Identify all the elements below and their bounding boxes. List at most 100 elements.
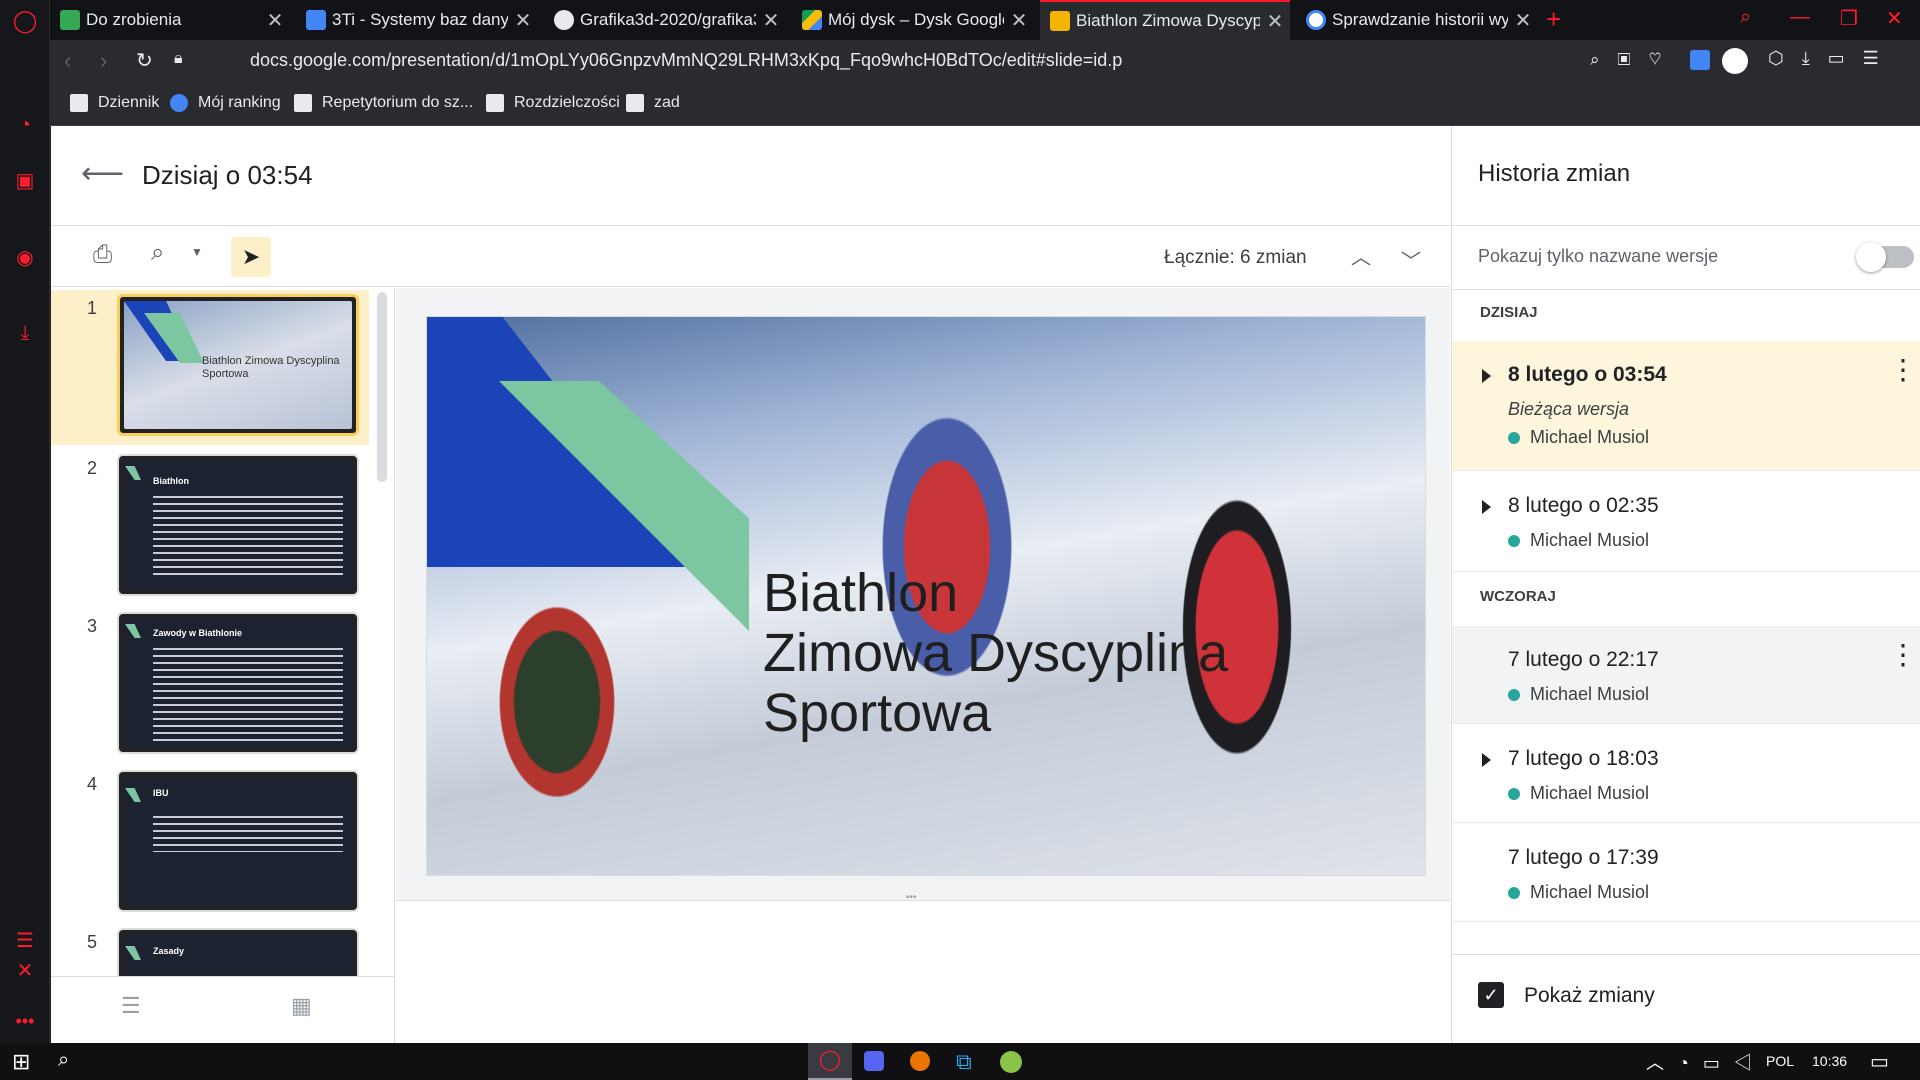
translate-icon[interactable] — [1690, 50, 1710, 70]
tab-github[interactable]: Grafika3d-2020/grafika3d- ✕ — [544, 0, 786, 40]
more-icon[interactable]: ••• — [12, 1008, 38, 1034]
blender-icon[interactable] — [910, 1051, 930, 1071]
slide-title-line: Biathlon — [763, 563, 959, 623]
author-color-dot — [1508, 534, 1520, 547]
pin-icon[interactable]: ✕ — [12, 958, 38, 984]
slide-thumb-4[interactable]: 4 IBU — [51, 766, 369, 921]
search-icon[interactable]: ⌕ — [58, 1049, 69, 1072]
grid-view-icon[interactable]: ▦ — [291, 993, 312, 1019]
version-item[interactable]: 8 lutego o 02:35 Michael Musiol — [1452, 472, 1920, 572]
vscode-icon[interactable]: ⧉ — [956, 1049, 972, 1075]
more-options-icon[interactable]: ⋮ — [1889, 641, 1917, 669]
taskbar-opera[interactable]: ◯ — [808, 1043, 852, 1080]
expand-icon[interactable] — [1482, 753, 1491, 767]
reload-icon[interactable]: ↻ — [136, 48, 153, 73]
list-view-icon[interactable]: ☰ — [121, 993, 141, 1019]
next-change-icon[interactable]: ﹀ — [1401, 245, 1421, 274]
version-item[interactable]: 7 lutego o 17:39 Michael Musiol — [1452, 824, 1920, 922]
athlete-figure — [457, 537, 657, 867]
tab-dysk-google[interactable]: Mój dysk – Dysk Google ✕ — [792, 0, 1034, 40]
search-tabs-icon[interactable]: ⌕ — [1740, 6, 1751, 29]
notifications-icon[interactable]: ▭ — [1870, 1049, 1889, 1074]
slide-thumb-3[interactable]: 3 Zawody w Biathlonie — [51, 608, 369, 763]
close-icon[interactable]: ✕ — [1260, 9, 1290, 34]
player-icon[interactable] — [1722, 48, 1748, 74]
speaker-notes[interactable] — [396, 900, 1450, 1043]
opera-logo-icon[interactable]: ◯ — [12, 8, 38, 34]
windows-start-icon[interactable]: ⊞ — [12, 1049, 30, 1075]
slide-thumb-1[interactable]: 1 Biathlon Zimowa Dyscyplina Sportowa — [51, 290, 369, 445]
select-cursor-button[interactable]: ➤ — [231, 237, 271, 277]
version-date: 7 lutego o 17:39 — [1508, 846, 1659, 869]
version-item-current[interactable]: 8 lutego o 03:54 Bieżąca wersja Michael … — [1452, 341, 1920, 471]
back-arrow-icon[interactable]: ⟵ — [81, 156, 124, 191]
named-only-toggle[interactable] — [1856, 242, 1914, 272]
language-indicator[interactable]: POL — [1766, 1053, 1794, 1069]
tab-do-zrobienia[interactable]: Do zrobienia ✕ — [50, 0, 290, 40]
workspaces-icon[interactable]: ☰ — [12, 928, 38, 954]
forward-icon[interactable]: › — [100, 48, 107, 74]
previous-change-icon[interactable]: ︿ — [1351, 241, 1371, 270]
speed-dial-icon[interactable]: ◔ — [12, 112, 38, 138]
page-icon — [70, 94, 88, 112]
version-item[interactable]: 7 lutego o 22:17 Michael Musiol ⋮ — [1452, 626, 1920, 724]
main-slide[interactable]: Biathlon Zimowa Dyscyplina Sportowa — [426, 316, 1426, 876]
history-title: Historia zmian — [1478, 160, 1631, 187]
toolbar-icons: ⬡⤓▭☰ — [1768, 48, 1897, 68]
filmstrip-scrollbar[interactable] — [377, 292, 387, 482]
close-window-icon[interactable]: ✕ — [1886, 6, 1903, 31]
tab-historia[interactable]: Sprawdzanie historii wyświe ✕ — [1296, 0, 1538, 40]
system-tray-icons[interactable]: ︿◔▭◁ — [1646, 1049, 1766, 1075]
version-date: 7 lutego o 18:03 — [1508, 747, 1659, 770]
bookmark-dziennik[interactable]: Dziennik — [70, 94, 159, 112]
back-icon[interactable]: ‹ — [64, 48, 71, 74]
version-item[interactable]: 7 lutego o 18:03 Michael Musiol — [1452, 725, 1920, 823]
green-stripe — [125, 946, 141, 960]
slide-preview: Zawody w Biathlonie — [117, 612, 359, 754]
tab-biathlon[interactable]: Biathlon Zimowa Dyscyplin ✕ — [1040, 0, 1290, 40]
maximize-icon[interactable]: ❐ — [1840, 6, 1858, 31]
bookmark-repetytorium[interactable]: Repetytorium do sz... — [294, 94, 473, 112]
author-color-dot — [1508, 886, 1520, 899]
close-icon[interactable]: ✕ — [508, 8, 538, 33]
slide-title-line: Sportowa — [763, 683, 992, 743]
green-stripe — [125, 624, 141, 638]
bookmark-label: Repetytorium do sz... — [322, 94, 474, 111]
show-changes-checkbox[interactable]: ✓ — [1478, 982, 1504, 1008]
bookmark-zad[interactable]: zad — [626, 94, 680, 112]
author-color-dot — [1508, 431, 1520, 444]
bookmark-rozdzielczosci[interactable]: Rozdzielczości — [486, 94, 620, 112]
version-title: Dzisiaj o 03:54 — [142, 160, 313, 190]
discord-icon[interactable] — [864, 1051, 884, 1071]
chevron-down-icon[interactable]: ▼ — [191, 245, 203, 259]
current-version-label: Bieżąca wersja — [1508, 399, 1630, 419]
docs-page: ⟵ Dzisiaj o 03:54 ⎙ ⌕ ▼ ➤ Łącznie: 6 zmi… — [51, 126, 1920, 1044]
github-icon — [554, 10, 574, 30]
minimize-icon[interactable]: — — [1790, 6, 1810, 29]
shopping-bag-icon[interactable]: ▣ — [12, 168, 38, 194]
new-tab-button[interactable]: + — [1546, 4, 1561, 35]
bookmark-moj-ranking[interactable]: Mój ranking — [170, 94, 281, 112]
clock[interactable]: 10:36 — [1812, 1053, 1847, 1069]
close-icon[interactable]: ✕ — [756, 8, 786, 33]
messenger-icon[interactable]: ◉ — [12, 245, 38, 271]
app-icon[interactable] — [1000, 1051, 1022, 1073]
url-input[interactable]: docs.google.com/presentation/d/1mOpLYy06… — [250, 50, 1122, 71]
expand-icon[interactable] — [1482, 500, 1491, 514]
tab-systemy-baz-danych[interactable]: 3Ti - Systemy baz danych ✕ — [296, 0, 538, 40]
print-icon[interactable]: ⎙ — [93, 241, 112, 269]
version-author: Michael Musiol — [1508, 684, 1649, 705]
slide-number: 3 — [87, 616, 98, 636]
expand-icon[interactable] — [1482, 369, 1491, 383]
thumb-body-text — [153, 648, 343, 743]
close-icon[interactable]: ✕ — [1004, 8, 1034, 33]
more-options-icon[interactable]: ⋮ — [1889, 356, 1917, 384]
notes-drag-handle[interactable]: ••• — [906, 892, 917, 903]
zoom-icon[interactable]: ⌕ — [151, 239, 164, 267]
downloads-icon[interactable]: ⤓ — [12, 320, 38, 346]
close-icon[interactable]: ✕ — [260, 8, 290, 33]
slide-thumb-2[interactable]: 2 Biathlon — [51, 450, 369, 605]
close-icon[interactable]: ✕ — [1508, 8, 1538, 33]
thumb-body-text — [153, 496, 343, 576]
tab-label: 3Ti - Systemy baz danych — [332, 10, 508, 29]
